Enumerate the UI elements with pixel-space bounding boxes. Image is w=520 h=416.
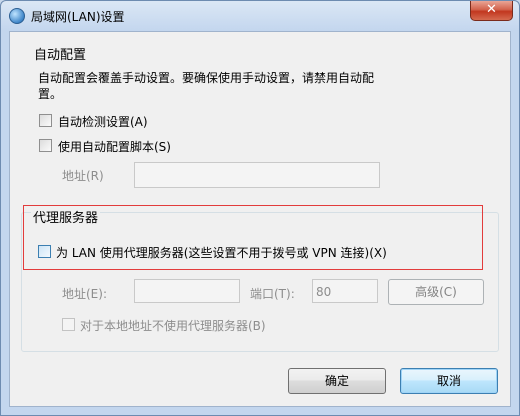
bypass-local-label[interactable]: 对于本地地址不使用代理服务器(B) — [80, 317, 266, 334]
cancel-button[interactable]: 取消 — [400, 368, 498, 394]
proxy-address-label: 地址(E): — [62, 287, 107, 301]
window-title: 局域网(LAN)设置 — [31, 10, 125, 24]
proxy-highlight-box — [23, 205, 483, 270]
auto-config-description-line1: 自动配置会覆盖手动设置。要确保使用手动设置，请禁用自动配 — [38, 71, 375, 85]
lan-settings-dialog: 局域网(LAN)设置 ✕ 自动配置 自动配置会覆盖手动设置。要确保使用手动设置，… — [0, 0, 520, 416]
auto-config-group: 自动配置 自动配置会覆盖手动设置。要确保使用手动设置，请禁用自动配 置。 自动检… — [10, 32, 510, 202]
globe-network-icon — [9, 8, 25, 24]
advanced-button[interactable]: 高级(C) — [388, 279, 484, 305]
proxy-address-input[interactable] — [134, 279, 240, 303]
auto-script-checkbox[interactable] — [39, 139, 52, 152]
ok-button[interactable]: 确定 — [288, 368, 386, 394]
auto-config-description-line2: 置。 — [38, 87, 63, 101]
title-bar[interactable]: 局域网(LAN)设置 ✕ — [1, 1, 519, 31]
close-button[interactable]: ✕ — [470, 1, 513, 21]
proxy-port-input[interactable]: 80 — [312, 279, 378, 303]
auto-script-label[interactable]: 使用自动配置脚本(S) — [58, 138, 171, 155]
auto-detect-checkbox[interactable] — [39, 114, 52, 127]
auto-config-group-title: 自动配置 — [34, 48, 87, 63]
script-address-label: 地址(R) — [62, 169, 104, 183]
script-address-input[interactable] — [134, 162, 380, 188]
auto-detect-label[interactable]: 自动检测设置(A) — [58, 113, 148, 130]
proxy-port-label: 端口(T): — [250, 287, 295, 301]
dialog-body: 自动配置 自动配置会覆盖手动设置。要确保使用手动设置，请禁用自动配 置。 自动检… — [9, 31, 511, 407]
bypass-local-checkbox[interactable] — [62, 318, 75, 331]
